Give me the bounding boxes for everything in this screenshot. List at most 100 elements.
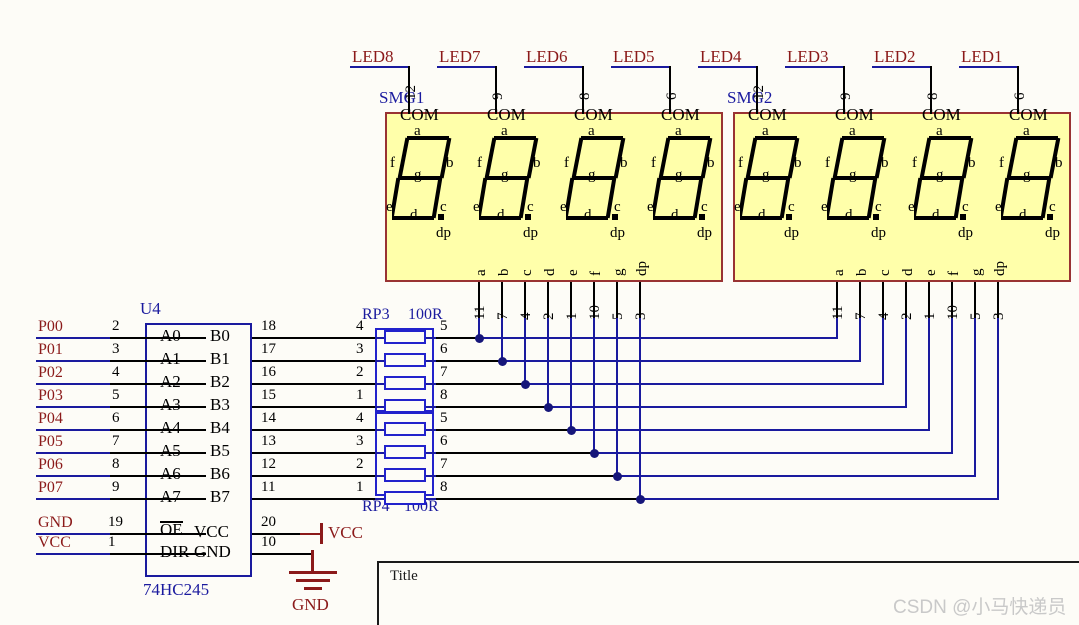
rp-pin-left: 3 [356, 434, 364, 449]
ic-pin-number: 8 [112, 457, 120, 472]
ic-ctrl-pin-number: 19 [108, 515, 123, 530]
ic-pin-name-a4: A4 [160, 419, 181, 436]
segment-pin-number: 3 [634, 313, 649, 321]
ic-to-rp-wire [252, 429, 375, 431]
resistor-element[interactable] [384, 491, 426, 505]
segment-label-dp: dp [610, 226, 625, 241]
segment-label-b: b [620, 156, 628, 171]
rp-pin-right: 6 [440, 434, 448, 449]
segment-pin-letter: d [901, 269, 916, 277]
segment-label-d: d [497, 208, 505, 223]
rp-out-wire [436, 452, 595, 454]
ic-pin-number: 11 [261, 480, 275, 495]
segment-pin-number: 2 [542, 313, 557, 321]
segment-pin-stub [524, 282, 526, 318]
resistor-element[interactable] [384, 468, 426, 482]
rp-out-wire [436, 337, 480, 339]
rp-out-wire [436, 383, 526, 385]
net-label-p00: P00 [38, 319, 63, 335]
resistor-element[interactable] [384, 353, 426, 367]
segment-label-f: f [738, 156, 743, 171]
ic-pin-name-vcc-rail: VCC [194, 523, 229, 540]
seven-segment-digit[interactable] [479, 130, 541, 238]
resistor-lead-right [426, 360, 436, 362]
segment-pin-number: 3 [992, 313, 1007, 321]
ic-to-rp-wire [252, 498, 375, 500]
seven-segment-digit[interactable] [566, 130, 628, 238]
segment-pin-stub [882, 282, 884, 318]
com-pin-wire [582, 66, 584, 114]
segment-pin-stub [547, 282, 549, 318]
ic-pin-number: 4 [112, 365, 120, 380]
segment-pin-number: 5 [969, 313, 984, 321]
segment-label-b: b [968, 156, 976, 171]
ic-to-rp-wire [252, 452, 375, 454]
net-label-underline [36, 498, 110, 500]
resistor-element[interactable] [384, 376, 426, 390]
led-label-led7: LED7 [439, 48, 481, 65]
com-pin-label: COM [1009, 106, 1048, 123]
seven-segment-digit[interactable] [653, 130, 715, 238]
led-net-underline [785, 66, 843, 68]
segment-pin-letter: f [589, 271, 604, 276]
segment-label-f: f [651, 156, 656, 171]
seven-segment-digit[interactable] [914, 130, 976, 238]
rp-pin-right: 7 [440, 457, 448, 472]
seven-segment-digit[interactable] [1001, 130, 1063, 238]
segment-pin-number: 10 [588, 305, 603, 320]
segment-pin-stub [593, 282, 595, 318]
ic-pin-number: 5 [112, 388, 120, 403]
seven-segment-digit[interactable] [827, 130, 889, 238]
led-label-led3: LED3 [787, 48, 829, 65]
segment-label-e: e [647, 200, 654, 215]
segment-label-dp: dp [436, 226, 451, 241]
com-pin-number: 6 [1013, 93, 1028, 101]
ic-pin-name-b7: B7 [210, 488, 230, 505]
net-label-p06: P06 [38, 457, 63, 473]
segment-label-c: c [875, 200, 882, 215]
resistor-lead-left [375, 337, 384, 339]
net-label-underline [36, 360, 110, 362]
com-pin-number: 9 [491, 93, 506, 101]
segment-pin-number: 1 [923, 313, 938, 321]
segment-pin-number: 11 [473, 306, 488, 320]
com-pin-label: COM [487, 106, 526, 123]
resistor-element[interactable] [384, 399, 426, 413]
segment-label-b: b [707, 156, 715, 171]
segment-label-d: d [932, 208, 940, 223]
refdes-u4: U4 [140, 300, 161, 317]
net-label-p07: P07 [38, 480, 63, 496]
ic-ctrl-pin-number-right: 20 [261, 515, 276, 530]
refdes-rp3: RP3 [362, 307, 390, 323]
segment-pin-number: 11 [831, 306, 846, 320]
resistor-element[interactable] [384, 422, 426, 436]
led-label-led6: LED6 [526, 48, 568, 65]
segment-pin-letter: f [947, 271, 962, 276]
gnd-symbol-bar2 [296, 579, 330, 582]
resistor-element[interactable] [384, 330, 426, 344]
ic-pin-name-b0: B0 [210, 327, 230, 344]
vcc-symbol-stem [320, 523, 323, 544]
rp-pin-right: 8 [440, 388, 448, 403]
seven-segment-digit[interactable] [392, 130, 454, 238]
segment-label-e: e [821, 200, 828, 215]
segment-label-a: a [675, 124, 682, 139]
gnd-symbol-bar3 [304, 587, 322, 590]
seven-segment-digit[interactable] [740, 130, 802, 238]
segment-pin-stub [501, 282, 503, 318]
wire-junction [590, 449, 599, 458]
segment-pin-number: 5 [611, 313, 626, 321]
net-label-underline [36, 383, 110, 385]
com-pin-number: 9 [839, 93, 854, 101]
segment-pin-stub [974, 282, 976, 318]
net-label-underline [36, 429, 110, 431]
wire-junction [475, 334, 484, 343]
ic-pin-name-b6: B6 [210, 465, 230, 482]
net-label-underline [36, 337, 110, 339]
com-pin-label: COM [748, 106, 787, 123]
resistor-element[interactable] [384, 445, 426, 459]
gnd-symbol-stem [311, 550, 314, 572]
resistor-lead-left [375, 475, 384, 477]
ic-pin-name-b3: B3 [210, 396, 230, 413]
segment-label-c: c [788, 200, 795, 215]
